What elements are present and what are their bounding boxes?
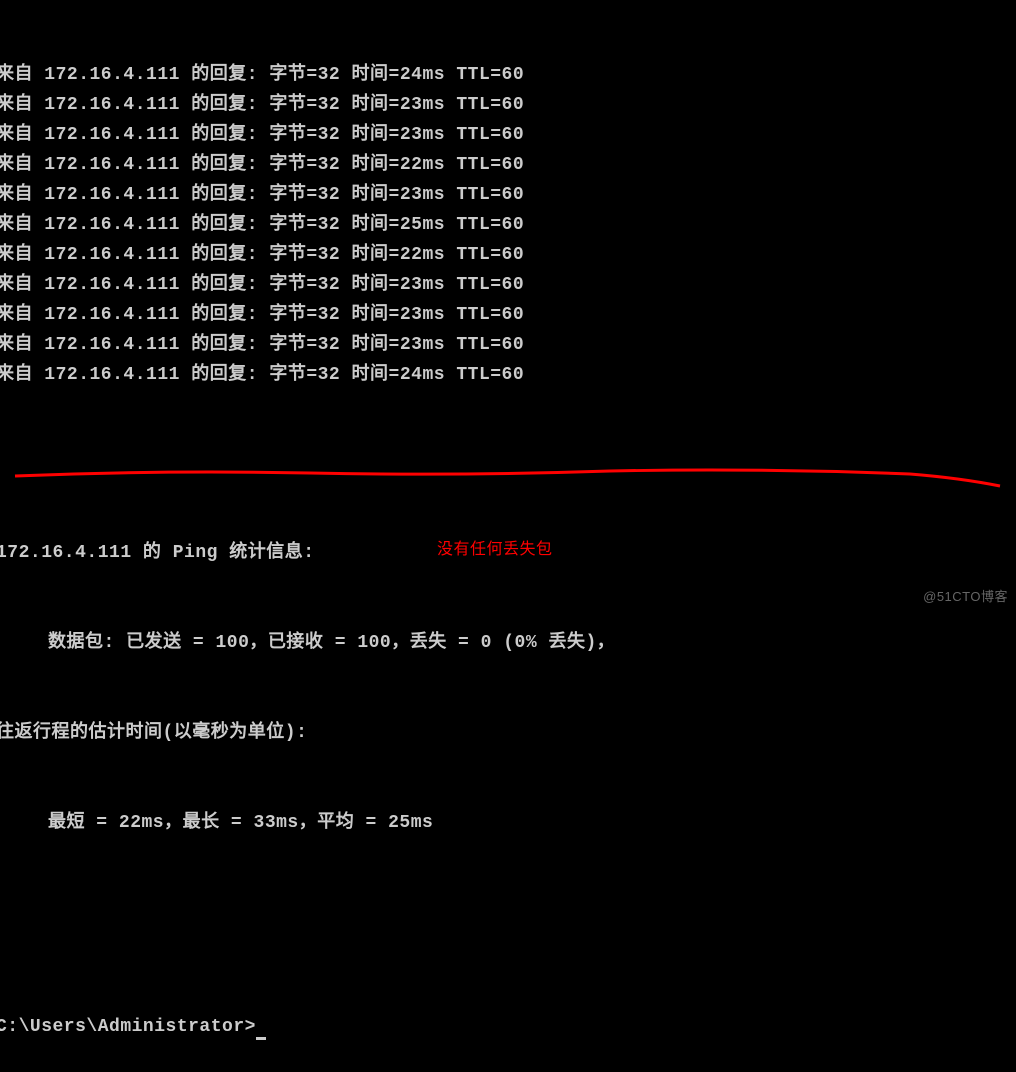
prompt-text: C:\Users\Administrator> [0,1017,256,1037]
ping-reply-line: 来自 172.16.4.111 的回复: 字节=32 时间=23ms TTL=6… [0,300,1016,330]
cursor [256,1037,266,1040]
ping-reply-line: 来自 172.16.4.111 的回复: 字节=32 时间=24ms TTL=6… [0,360,1016,390]
ping-reply-line: 来自 172.16.4.111 的回复: 字节=32 时间=23ms TTL=6… [0,270,1016,300]
ping-reply-line: 来自 172.16.4.111 的回复: 字节=32 时间=22ms TTL=6… [0,240,1016,270]
command-prompt[interactable]: C:\Users\Administrator> [0,1012,1016,1042]
ping-reply-line: 来自 172.16.4.111 的回复: 字节=32 时间=23ms TTL=6… [0,120,1016,150]
ping-reply-line: 来自 172.16.4.111 的回复: 字节=32 时间=22ms TTL=6… [0,150,1016,180]
annotation-text: 没有任何丢失包 [437,535,553,559]
stats-packets: 数据包: 已发送 = 100，已接收 = 100，丢失 = 0 (0% 丢失)， [48,628,1016,658]
stats-rtt-values: 最短 = 22ms，最长 = 33ms，平均 = 25ms [48,808,1016,838]
stats-rtt-header: 往返行程的估计时间(以毫秒为单位): [0,718,1016,748]
ping-reply-line: 来自 172.16.4.111 的回复: 字节=32 时间=23ms TTL=6… [0,90,1016,120]
ping-reply-line: 来自 172.16.4.111 的回复: 字节=32 时间=23ms TTL=6… [0,180,1016,210]
watermark: @51CTO博客 [923,586,1008,605]
ping-reply-line: 来自 172.16.4.111 的回复: 字节=32 时间=24ms TTL=6… [0,60,1016,90]
ping-reply-line: 来自 172.16.4.111 的回复: 字节=32 时间=25ms TTL=6… [0,210,1016,240]
ping-reply-line: 来自 172.16.4.111 的回复: 字节=32 时间=23ms TTL=6… [0,330,1016,360]
